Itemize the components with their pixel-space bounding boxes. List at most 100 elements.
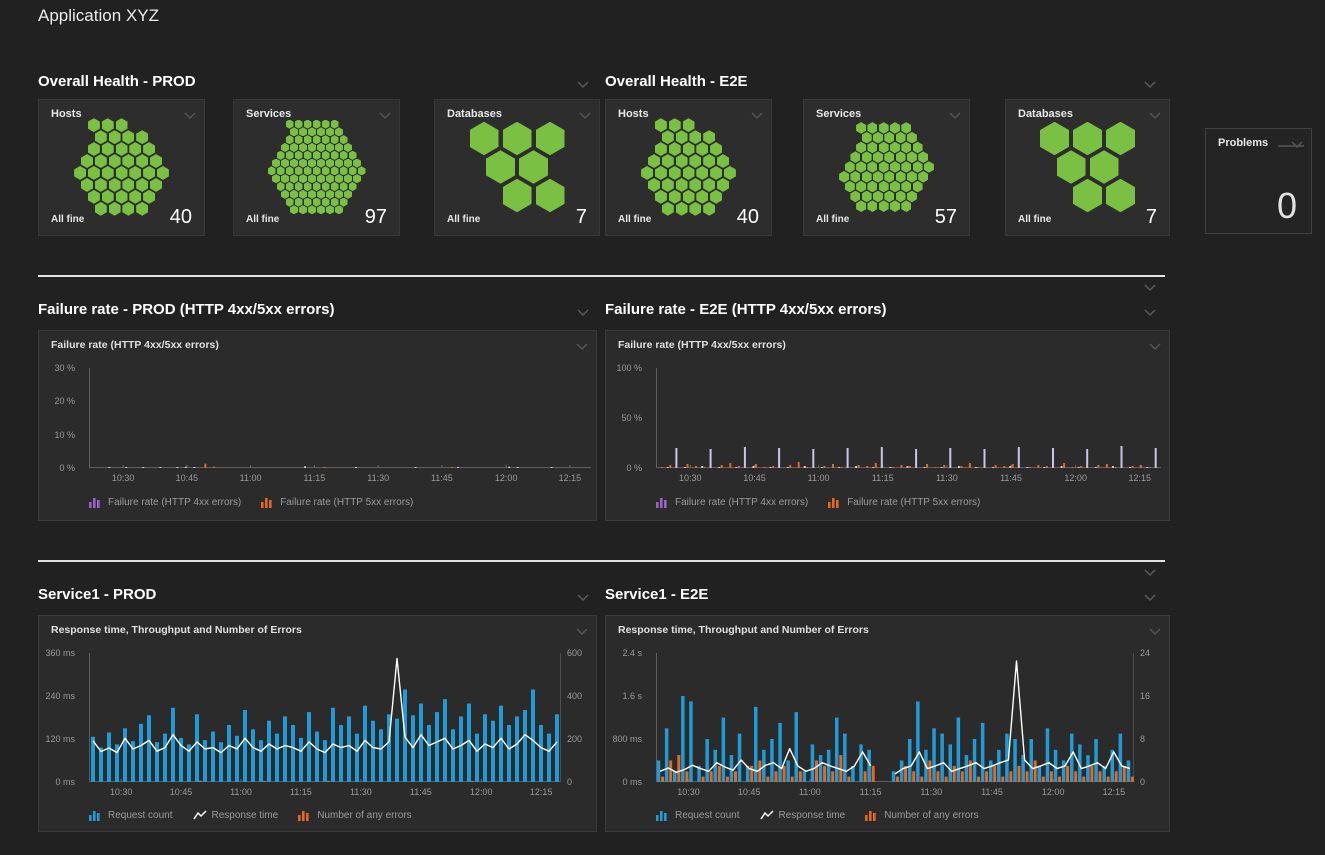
x-axis-tick-label: 11:45 (1000, 473, 1022, 483)
hexagon-healthy (340, 166, 348, 175)
legend-item[interactable]: Failure rate (HTTP 4xx errors) (89, 497, 241, 508)
chart-plot-area[interactable] (656, 368, 1161, 468)
hexagon-healthy (313, 182, 321, 191)
chart-plot-area[interactable] (89, 368, 591, 468)
legend-label: Failure rate (HTTP 5xx errors) (280, 497, 413, 508)
legend-item[interactable]: Response time (193, 810, 279, 821)
hexagon-healthy (703, 178, 715, 192)
y-axis-tick-label: 20 % (54, 396, 75, 406)
tile-title: Hosts (618, 108, 649, 120)
chevron-down-icon[interactable] (750, 108, 764, 118)
chart-title: Failure rate (HTTP 4xx/5xx errors) (51, 339, 219, 351)
hexagon-healthy (913, 142, 923, 154)
chart-plot-area[interactable] (656, 653, 1134, 782)
tile-databases-e2e[interactable]: Databases All fine 7 (1005, 99, 1170, 236)
chart-tile-failure-prod[interactable]: Failure rate (HTTP 4xx/5xx errors) 30 %2… (38, 330, 597, 521)
chevron-down-icon[interactable] (576, 77, 590, 87)
hexagon-healthy (710, 166, 722, 180)
hexagon-healthy (299, 127, 307, 136)
legend-label: Request count (108, 810, 173, 821)
hexagon-healthy (295, 151, 303, 160)
chevron-down-icon[interactable] (1290, 137, 1304, 147)
chevron-down-icon[interactable] (1143, 305, 1157, 315)
chevron-down-icon[interactable] (1143, 77, 1157, 87)
chart-tile-service-e2e[interactable]: Response time, Throughput and Number of … (605, 615, 1170, 832)
x-axis-tick-label: 10:30 (679, 473, 702, 483)
tile-databases-prod[interactable]: Databases All fine 7 (434, 99, 600, 236)
chevron-down-icon[interactable] (1143, 280, 1157, 290)
chart-canvas[interactable] (89, 368, 591, 468)
chevron-down-icon[interactable] (576, 590, 590, 600)
hexagon-healthy (304, 166, 312, 175)
hexagon-healthy (281, 159, 289, 168)
hexagon-healthy (299, 190, 307, 199)
hexagon-healthy (88, 190, 100, 204)
chevron-down-icon[interactable] (1143, 565, 1157, 575)
hexagon-healthy (295, 120, 303, 129)
hexagon-healthy (907, 191, 917, 203)
hexagon-healthy (536, 179, 565, 213)
x-axis-tick-label: 10:30 (112, 473, 135, 483)
chevron-down-icon[interactable] (1143, 590, 1157, 600)
y-axis-tick-label: 400 (567, 691, 582, 701)
chevron-down-icon[interactable] (183, 108, 197, 118)
hexagon-healthy (907, 132, 917, 144)
hexagon-healthy (308, 174, 316, 183)
legend-item[interactable]: Number of any errors (298, 810, 411, 821)
hexagon-healthy (696, 166, 708, 180)
hexagon-healthy (286, 198, 294, 207)
legend-item[interactable]: Request count (89, 810, 173, 821)
chevron-down-icon[interactable] (578, 108, 592, 118)
chevron-down-icon[interactable] (1148, 624, 1162, 634)
section-header-service-e2e: Service1 - E2E (605, 586, 708, 603)
tile-services-prod[interactable]: Services All fine 97 (233, 99, 400, 236)
tile-problems[interactable]: Problems 0 (1205, 128, 1312, 234)
hexagon-healthy (879, 142, 889, 154)
chart-plot-area[interactable] (89, 653, 561, 782)
chart-canvas[interactable] (89, 653, 561, 782)
hexagon-healthy (95, 154, 107, 168)
hexagon-healthy (317, 205, 325, 214)
hexagon-healthy (109, 178, 121, 192)
tile-hosts-prod[interactable]: Hosts All fine 40 (38, 99, 205, 236)
chevron-down-icon[interactable] (1148, 108, 1162, 118)
hexagon-healthy (331, 135, 339, 144)
legend-item[interactable]: Response time (760, 810, 846, 821)
tile-services-e2e[interactable]: Services All fine 57 (803, 99, 970, 236)
legend-label: Failure rate (HTTP 4xx errors) (675, 497, 808, 508)
legend-item[interactable]: Failure rate (HTTP 5xx errors) (828, 497, 980, 508)
hexagon-healthy (317, 190, 325, 199)
chart-title: Failure rate (HTTP 4xx/5xx errors) (618, 339, 786, 351)
legend-item[interactable]: Failure rate (HTTP 4xx errors) (656, 497, 808, 508)
section-header-health-prod: Overall Health - PROD (38, 73, 196, 90)
chevron-down-icon[interactable] (1148, 339, 1162, 349)
x-axis-tick-label: 12:15 (1129, 473, 1152, 483)
legend-item[interactable]: Request count (656, 810, 740, 821)
chart-canvas[interactable] (656, 653, 1134, 782)
hexagon-healthy (340, 198, 348, 207)
x-axis-tick-label: 12:15 (559, 473, 582, 483)
chevron-down-icon[interactable] (576, 305, 590, 315)
hexagon-healthy (1040, 122, 1069, 156)
chevron-down-icon[interactable] (575, 339, 589, 349)
tile-hosts-e2e[interactable]: Hosts All fine 40 (605, 99, 772, 236)
hexagon-healthy (536, 122, 565, 156)
hexagon-healthy (676, 130, 688, 144)
hexagon-healthy (890, 122, 900, 134)
y-axis-tick-label: 200 (567, 734, 582, 744)
hexagon-healthy (95, 178, 107, 192)
hexagon-healthy (845, 161, 855, 173)
hexagon-healthy (326, 190, 334, 199)
chart-tile-failure-e2e[interactable]: Failure rate (HTTP 4xx/5xx errors) 100 %… (605, 330, 1170, 521)
hexagon-healthy (290, 205, 298, 214)
chevron-down-icon[interactable] (948, 108, 962, 118)
legend-item[interactable]: Failure rate (HTTP 5xx errors) (261, 497, 413, 508)
hexagon-healthy (683, 190, 695, 204)
chart-tile-service-prod[interactable]: Response time, Throughput and Number of … (38, 615, 597, 832)
chevron-down-icon[interactable] (575, 624, 589, 634)
legend-item[interactable]: Number of any errors (865, 810, 978, 821)
hexagon-healthy (308, 127, 316, 136)
hexagon-healthy (322, 198, 330, 207)
chevron-down-icon[interactable] (378, 108, 392, 118)
chart-canvas[interactable] (656, 368, 1161, 468)
